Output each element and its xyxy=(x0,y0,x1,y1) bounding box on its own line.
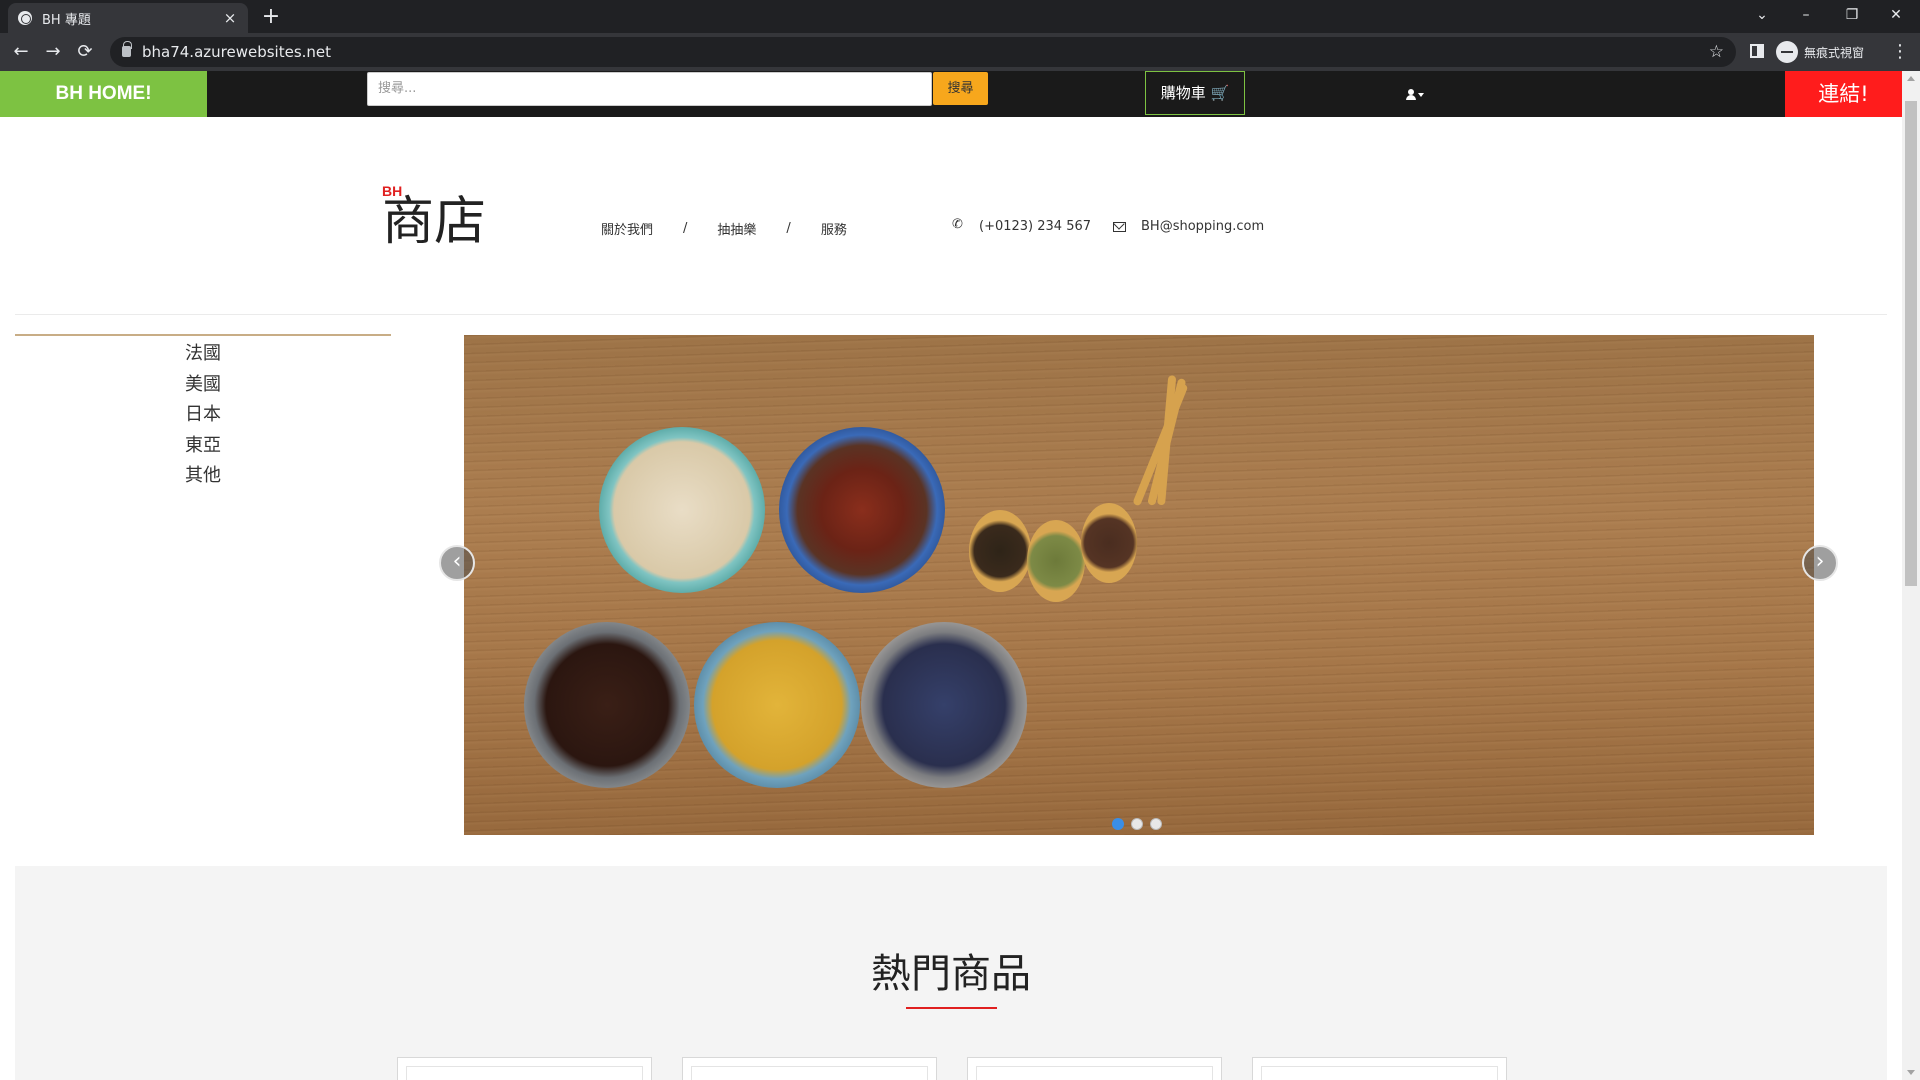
nav-separator: / xyxy=(683,221,688,236)
logo-big-text: 商店 xyxy=(382,192,487,252)
product-card[interactable] xyxy=(397,1057,652,1080)
carousel-dot-2[interactable] xyxy=(1131,818,1143,830)
search-button[interactable]: 搜尋 xyxy=(933,72,988,105)
bookmark-star-icon[interactable]: ☆ xyxy=(1709,37,1724,67)
category-item-japan[interactable]: 日本 xyxy=(15,400,391,431)
globe-icon xyxy=(18,11,32,25)
category-item-france[interactable]: 法國 xyxy=(15,339,391,370)
side-panel-icon[interactable] xyxy=(1750,44,1764,58)
category-item-other[interactable]: 其他 xyxy=(15,461,391,492)
spoon-star-anise-image xyxy=(969,510,1031,592)
incognito-indicator[interactable]: 無痕式視窗 xyxy=(1776,41,1864,63)
nav-link-about[interactable]: 關於我們 xyxy=(601,219,653,238)
restore-button[interactable]: ❐ xyxy=(1830,0,1874,30)
page-viewport: BH HOME! 搜尋... 搜尋 購物車 🛒 連結! BH 商店 關於我們 /… xyxy=(0,71,1902,1080)
header-divider xyxy=(15,314,1887,315)
spoon-cardamom-image xyxy=(1027,520,1085,602)
page-scrollbar[interactable] xyxy=(1902,71,1920,1080)
top-navbar: BH HOME! 搜尋... 搜尋 購物車 🛒 連結! xyxy=(0,71,1902,117)
new-tab-button[interactable]: + xyxy=(258,4,284,30)
url-input[interactable]: bha74.azurewebsites.net ☆ xyxy=(110,37,1736,67)
phone-icon xyxy=(952,217,964,232)
url-text: bha74.azurewebsites.net xyxy=(142,43,332,61)
scroll-down-icon[interactable] xyxy=(1907,1070,1915,1075)
cart-button[interactable]: 購物車 🛒 xyxy=(1145,71,1245,115)
bowl-cloves-image xyxy=(524,622,690,788)
email-address[interactable]: BH@shopping.com xyxy=(1141,219,1264,234)
category-item-usa[interactable]: 美國 xyxy=(15,370,391,401)
bowl-curry-image xyxy=(694,622,860,788)
forward-arrow-icon[interactable]: → xyxy=(40,39,66,65)
address-bar: ← → ⟳ bha74.azurewebsites.net ☆ 無痕式視窗 ⋮ xyxy=(0,33,1920,71)
browser-tab-bar: BH 專題 × + ⌄ – ❐ ✕ xyxy=(0,0,1920,33)
browser-tab[interactable]: BH 專題 × xyxy=(8,3,248,33)
featured-title: 熱門商品 xyxy=(871,951,1031,997)
header-nav: 關於我們 / 抽抽樂 / 服務 xyxy=(601,219,847,238)
category-list: 法國 美國 日本 東亞 其他 xyxy=(15,339,391,492)
carousel-indicators xyxy=(1112,818,1162,830)
reload-icon[interactable]: ⟳ xyxy=(72,39,98,65)
caret-down-icon xyxy=(1418,92,1424,97)
contact-phone: (+0123) 234 567 xyxy=(952,217,1092,234)
contact-email: BH@shopping.com xyxy=(1113,219,1264,234)
tab-search-icon[interactable]: ⌄ xyxy=(1740,0,1784,30)
carousel-next-button[interactable]: › xyxy=(1802,545,1838,581)
nav-separator: / xyxy=(786,221,791,236)
category-item-east-asia[interactable]: 東亞 xyxy=(15,431,391,462)
minimize-button[interactable]: – xyxy=(1784,0,1828,30)
spoon-allspice-image xyxy=(1081,503,1137,583)
user-menu-button[interactable] xyxy=(1395,71,1435,117)
scroll-up-icon[interactable] xyxy=(1907,76,1915,81)
scroll-thumb[interactable] xyxy=(1905,101,1917,586)
tab-close-icon[interactable]: × xyxy=(222,9,238,27)
search-input[interactable]: 搜尋... xyxy=(367,72,932,106)
carousel-prev-button[interactable]: ‹ xyxy=(439,545,475,581)
close-window-button[interactable]: ✕ xyxy=(1874,0,1918,30)
hero-carousel[interactable] xyxy=(464,335,1814,835)
back-arrow-icon[interactable]: ← xyxy=(8,39,34,65)
browser-menu-icon[interactable]: ⋮ xyxy=(1890,39,1910,65)
lock-icon xyxy=(122,41,132,57)
nav-link-services[interactable]: 服務 xyxy=(821,219,847,238)
bowl-sesame-image xyxy=(599,427,765,593)
carousel-dot-3[interactable] xyxy=(1150,818,1162,830)
tab-title: BH 專題 xyxy=(42,12,91,28)
nav-link-lottery[interactable]: 抽抽樂 xyxy=(717,219,756,238)
featured-section: 熱門商品 xyxy=(15,866,1887,1080)
envelope-icon xyxy=(1113,221,1126,232)
home-button[interactable]: BH HOME! xyxy=(0,71,207,117)
carousel-dot-1[interactable] xyxy=(1112,818,1124,830)
featured-underline xyxy=(906,1007,997,1009)
product-card[interactable] xyxy=(682,1057,937,1080)
bowl-chili-image xyxy=(779,427,945,593)
category-divider xyxy=(15,334,391,336)
incognito-label: 無痕式視窗 xyxy=(1804,45,1865,60)
site-logo[interactable]: BH 商店 xyxy=(382,183,486,249)
incognito-icon xyxy=(1776,41,1798,63)
connect-button[interactable]: 連結! xyxy=(1785,71,1902,117)
user-icon xyxy=(1406,89,1416,100)
bowl-juniper-image xyxy=(861,622,1027,788)
product-card[interactable] xyxy=(1252,1057,1507,1080)
phone-number: (+0123) 234 567 xyxy=(979,219,1092,234)
product-card[interactable] xyxy=(967,1057,1222,1080)
